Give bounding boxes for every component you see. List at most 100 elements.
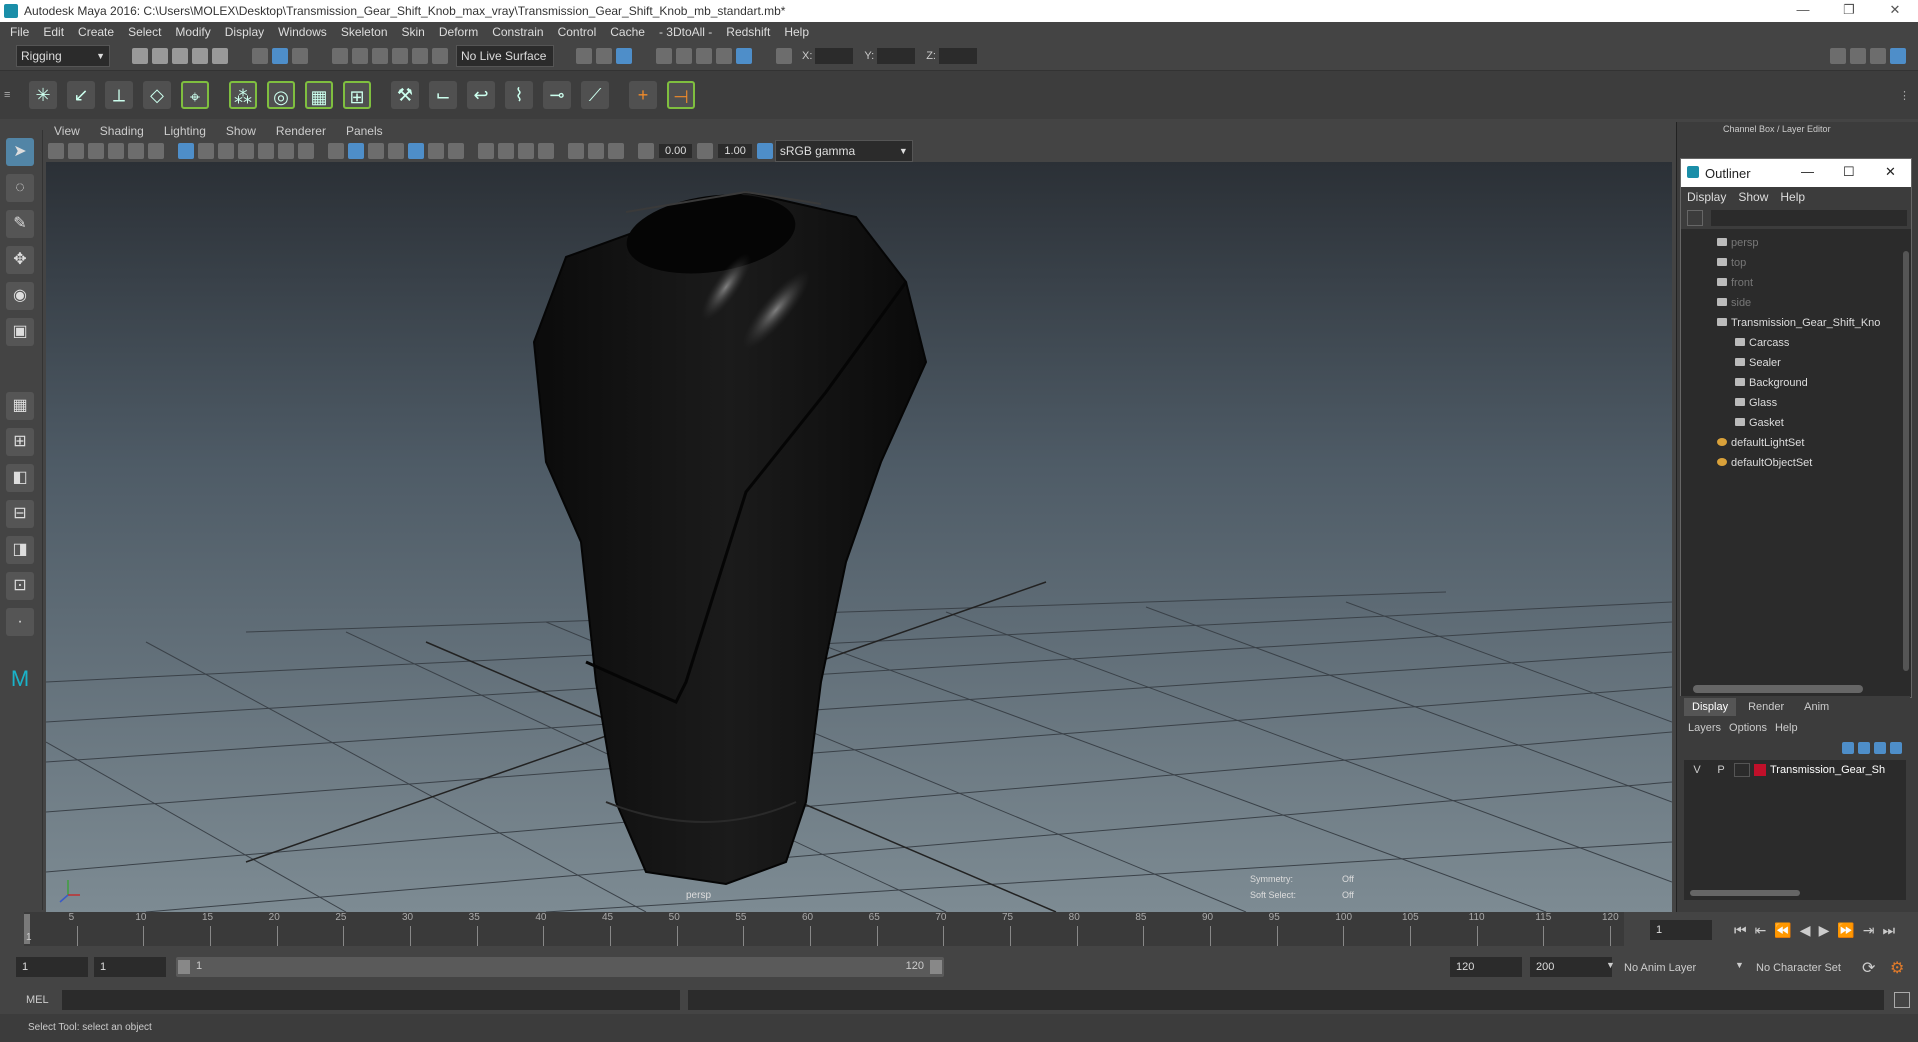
snap-grid-icon[interactable]	[332, 48, 348, 64]
camera-attributes-icon[interactable]	[68, 143, 84, 159]
shadows-icon[interactable]	[428, 143, 444, 159]
modeling-toolkit-icon[interactable]	[1830, 48, 1846, 64]
filter-icon[interactable]	[1687, 210, 1703, 226]
wireframe-icon[interactable]	[328, 143, 344, 159]
perspective-viewport[interactable]: persp Symmetry: Off Soft Select: Off	[46, 162, 1672, 912]
menu-item[interactable]: Display	[225, 25, 264, 39]
depth-of-field-icon[interactable]	[518, 143, 534, 159]
outliner-item[interactable]: Sealer	[1681, 353, 1911, 373]
field-chart-icon[interactable]	[258, 143, 274, 159]
xray-icon[interactable]	[568, 143, 584, 159]
panel-menu-item[interactable]: Lighting	[164, 124, 206, 138]
render-current-icon[interactable]	[596, 48, 612, 64]
cluster-icon[interactable]: ⁂	[229, 81, 257, 109]
influence-icon[interactable]: ⊸	[543, 81, 571, 109]
render-sequence-icon[interactable]	[716, 48, 732, 64]
chevron-down-icon[interactable]: ▼	[1735, 960, 1744, 970]
play-backwards-icon[interactable]: ◀	[1800, 922, 1811, 939]
menu-item[interactable]: Skin	[402, 25, 425, 39]
outliner-menu-item[interactable]: Help	[1780, 190, 1805, 204]
outliner-menu-item[interactable]: Show	[1738, 190, 1768, 204]
anim-prefs-icon[interactable]: ⚙	[1890, 958, 1904, 978]
outliner-item[interactable]: Transmission_Gear_Shift_Kno	[1681, 313, 1911, 333]
four-view-icon[interactable]: ⊞	[6, 428, 34, 456]
menu-item[interactable]: - 3DtoAll -	[659, 25, 712, 39]
color-space-dropdown[interactable]: sRGB gamma ▼	[774, 140, 913, 162]
rotate-tool-icon[interactable]: ◉	[6, 282, 34, 310]
range-slider[interactable]: 1 120	[176, 957, 944, 977]
menu-item[interactable]: Create	[78, 25, 114, 39]
move-tool-icon[interactable]: ✥	[6, 246, 34, 274]
playback-start-field[interactable]: 1	[94, 957, 166, 977]
select-component-icon[interactable]	[292, 48, 308, 64]
gamma-field[interactable]: 1.00	[718, 144, 752, 158]
outliner-hscrollbar[interactable]	[1693, 685, 1863, 693]
minimize-icon[interactable]: —	[1801, 164, 1814, 179]
outliner-item[interactable]: side	[1681, 293, 1911, 313]
new-layer-selected-icon[interactable]	[1890, 742, 1902, 754]
textured-icon[interactable]	[388, 143, 404, 159]
menu-item[interactable]: Help	[784, 25, 809, 39]
step-forward-frame-icon[interactable]: ⏩	[1837, 922, 1854, 939]
layer-menu-item[interactable]: Options	[1729, 722, 1767, 734]
camera-select-icon[interactable]	[48, 143, 64, 159]
film-gate-icon[interactable]	[198, 143, 214, 159]
layer-menu-item[interactable]: Layers	[1688, 722, 1721, 734]
safe-action-icon[interactable]	[278, 143, 294, 159]
default-material-icon[interactable]	[368, 143, 384, 159]
persp-node-editor-icon[interactable]: ⊡	[6, 572, 34, 600]
snap-curve-icon[interactable]	[352, 48, 368, 64]
menu-item[interactable]: Windows	[278, 25, 327, 39]
outliner-item[interactable]: Background	[1681, 373, 1911, 393]
xray-joints-icon[interactable]	[588, 143, 604, 159]
image-plane-icon[interactable]	[108, 143, 124, 159]
script-editor-icon[interactable]	[1894, 992, 1910, 1008]
animation-end-field[interactable]: 200	[1530, 957, 1612, 977]
snap-point-icon[interactable]	[372, 48, 388, 64]
detach-skin-icon[interactable]: ↩	[467, 81, 495, 109]
go-to-start-icon[interactable]: ⏮	[1734, 922, 1747, 939]
locator-icon[interactable]: ⌖	[181, 81, 209, 109]
x-field[interactable]	[815, 48, 854, 64]
new-scene-icon[interactable]	[132, 48, 148, 64]
restore-icon[interactable]: ❐	[1826, 2, 1872, 18]
panel-menu-item[interactable]: Renderer	[276, 124, 326, 138]
layer-hscrollbar[interactable]	[1690, 890, 1800, 896]
hypershade-icon[interactable]	[696, 48, 712, 64]
select-object-icon[interactable]	[272, 48, 288, 64]
range-slider-end-handle[interactable]	[930, 960, 942, 974]
render-settings-icon[interactable]	[676, 48, 692, 64]
z-field[interactable]	[938, 48, 977, 64]
open-scene-icon[interactable]	[152, 48, 168, 64]
lattice-icon[interactable]: ◎	[267, 81, 295, 109]
shelf-scroll-icon[interactable]: ⋮	[1899, 89, 1910, 102]
menu-item[interactable]: Redshift	[726, 25, 770, 39]
scale-tool-icon[interactable]: ▣	[6, 318, 34, 346]
outliner-menu-item[interactable]: Display	[1687, 190, 1726, 204]
play-forwards-icon[interactable]: ▶	[1819, 922, 1830, 939]
y-field[interactable]	[877, 48, 916, 64]
move-layer-up-icon[interactable]	[1842, 742, 1854, 754]
menu-item[interactable]: Select	[128, 25, 161, 39]
step-forward-key-icon[interactable]: ⇥	[1863, 922, 1875, 939]
exposure-icon[interactable]	[638, 143, 654, 159]
snap-live-icon[interactable]	[412, 48, 428, 64]
step-back-frame-icon[interactable]: ⏪	[1774, 922, 1791, 939]
menu-item[interactable]: Skeleton	[341, 25, 388, 39]
color-management-icon[interactable]	[756, 143, 773, 159]
outliner-item[interactable]: defaultLightSet	[1681, 433, 1911, 453]
shelf-options-icon[interactable]: ≡	[4, 89, 24, 101]
motion-blur-icon[interactable]	[478, 143, 494, 159]
2d-pan-zoom-icon[interactable]	[128, 143, 144, 159]
gamma-icon[interactable]	[697, 143, 714, 159]
panel-menu-item[interactable]: Panels	[346, 124, 383, 138]
ipr-render-icon[interactable]	[616, 48, 632, 64]
select-tool-icon[interactable]: ➤	[6, 138, 34, 166]
menu-item[interactable]: Control	[558, 25, 597, 39]
single-perspective-icon[interactable]: ▦	[6, 392, 34, 420]
current-frame-field[interactable]: 1	[1650, 920, 1712, 940]
smooth-skin-icon[interactable]: ⌇	[505, 81, 533, 109]
toolbox-more-icon[interactable]: ·	[6, 608, 34, 636]
smooth-shade-icon[interactable]	[348, 143, 364, 159]
maximize-icon[interactable]: ☐	[1843, 164, 1855, 180]
